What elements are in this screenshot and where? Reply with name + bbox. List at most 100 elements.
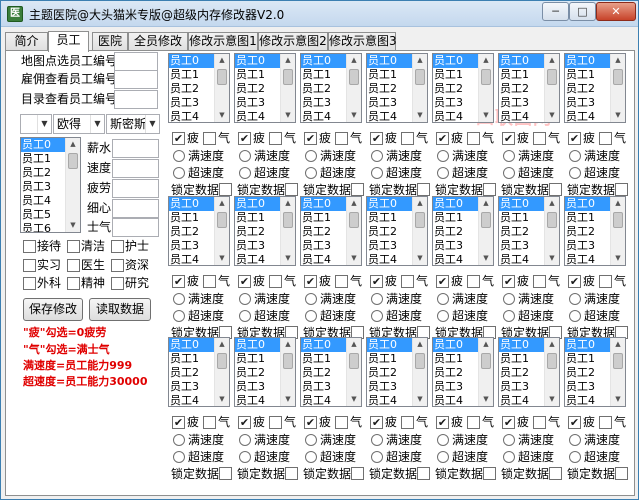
scroll-down-icon[interactable]: ▼ [215, 109, 229, 122]
list-scrollbar[interactable]: ▲ ▼ [610, 197, 625, 265]
tab-6[interactable]: 修改示意图3 [328, 32, 397, 51]
group-1-6-listbox[interactable]: 员工0 员工1 员工2 员工3 员工4 ▲ ▼ [564, 196, 626, 266]
skill-checkbox-2-1[interactable] [67, 277, 80, 290]
group-1-4-full-speed-radio[interactable] [437, 293, 449, 305]
group-2-6-morale-checkbox[interactable] [599, 416, 612, 429]
group-2-2-fatigue-checkbox[interactable]: ✔ [304, 416, 317, 429]
group-0-4-lock-checkbox[interactable] [483, 183, 496, 196]
lookup-input-0[interactable] [114, 52, 158, 71]
scroll-thumb[interactable] [547, 212, 557, 228]
scroll-down-icon[interactable]: ▼ [479, 393, 493, 406]
group-1-3-morale-checkbox[interactable] [401, 275, 414, 288]
list-scrollbar[interactable]: ▲ ▼ [214, 197, 229, 265]
attr-input-0[interactable] [112, 139, 159, 158]
group-1-2-full-speed-radio[interactable] [305, 293, 317, 305]
group-1-0-full-speed-radio[interactable] [173, 293, 185, 305]
list-scrollbar[interactable]: ▲ ▼ [214, 54, 229, 122]
list-scrollbar[interactable]: ▲ ▼ [478, 338, 493, 406]
scroll-down-icon[interactable]: ▼ [347, 393, 361, 406]
scroll-up-icon[interactable]: ▲ [479, 197, 493, 210]
scroll-down-icon[interactable]: ▼ [611, 109, 625, 122]
scroll-down-icon[interactable]: ▼ [413, 393, 427, 406]
name-combo-1[interactable]: 欧得 ▼ [53, 114, 105, 134]
list-scrollbar[interactable]: ▲ ▼ [280, 54, 295, 122]
group-2-1-super-speed-radio[interactable] [239, 451, 251, 463]
group-2-4-listbox[interactable]: 员工0 员工1 员工2 员工3 员工4 ▲ ▼ [432, 337, 494, 407]
group-2-1-fatigue-checkbox[interactable]: ✔ [238, 416, 251, 429]
group-2-5-listbox[interactable]: 员工0 员工1 员工2 员工3 员工4 ▲ ▼ [498, 337, 560, 407]
group-0-6-morale-checkbox[interactable] [599, 132, 612, 145]
group-2-4-full-speed-radio[interactable] [437, 434, 449, 446]
group-1-5-morale-checkbox[interactable] [533, 275, 546, 288]
scroll-up-icon[interactable]: ▲ [281, 338, 295, 351]
scroll-thumb[interactable] [349, 353, 359, 369]
group-0-2-super-speed-radio[interactable] [305, 167, 317, 179]
group-1-1-listbox[interactable]: 员工0 员工1 员工2 员工3 员工4 ▲ ▼ [234, 196, 296, 266]
tab-0[interactable]: 简介 [5, 32, 48, 51]
group-1-4-listbox[interactable]: 员工0 员工1 员工2 员工3 员工4 ▲ ▼ [432, 196, 494, 266]
group-0-0-lock-checkbox[interactable] [219, 183, 232, 196]
scroll-thumb[interactable] [283, 353, 293, 369]
lookup-input-1[interactable] [114, 70, 158, 89]
scroll-up-icon[interactable]: ▲ [347, 338, 361, 351]
scroll-down-icon[interactable]: ▼ [347, 252, 361, 265]
skill-checkbox-1-1[interactable] [67, 259, 80, 272]
group-1-5-full-speed-radio[interactable] [503, 293, 515, 305]
group-0-4-super-speed-radio[interactable] [437, 167, 449, 179]
group-0-2-listbox[interactable]: 员工0 员工1 员工2 员工3 员工4 ▲ ▼ [300, 53, 362, 123]
group-0-6-lock-checkbox[interactable] [615, 183, 628, 196]
scroll-up-icon[interactable]: ▲ [413, 338, 427, 351]
maximize-button[interactable]: □ [569, 2, 596, 21]
save-changes-button[interactable]: 保存修改 [23, 298, 83, 321]
group-0-5-lock-checkbox[interactable] [549, 183, 562, 196]
group-2-1-lock-checkbox[interactable] [285, 467, 298, 480]
group-2-0-morale-checkbox[interactable] [203, 416, 216, 429]
scroll-thumb[interactable] [283, 69, 293, 85]
scroll-thumb[interactable] [68, 153, 78, 169]
group-2-3-morale-checkbox[interactable] [401, 416, 414, 429]
scroll-thumb[interactable] [415, 69, 425, 85]
lookup-input-2[interactable] [114, 90, 158, 109]
group-1-3-super-speed-radio[interactable] [371, 310, 383, 322]
group-1-4-super-speed-radio[interactable] [437, 310, 449, 322]
group-1-2-super-speed-radio[interactable] [305, 310, 317, 322]
scroll-down-icon[interactable]: ▼ [413, 109, 427, 122]
group-0-3-fatigue-checkbox[interactable]: ✔ [370, 132, 383, 145]
group-2-0-listbox[interactable]: 员工0 员工1 员工2 员工3 员工4 ▲ ▼ [168, 337, 230, 407]
group-0-0-full-speed-radio[interactable] [173, 150, 185, 162]
tab-2[interactable]: 医院 [92, 32, 128, 51]
list-scrollbar[interactable]: ▲ ▼ [214, 338, 229, 406]
group-2-2-listbox[interactable]: 员工0 员工1 员工2 员工3 员工4 ▲ ▼ [300, 337, 362, 407]
group-0-5-super-speed-radio[interactable] [503, 167, 515, 179]
chevron-down-icon[interactable]: ▼ [90, 115, 104, 133]
group-2-2-morale-checkbox[interactable] [335, 416, 348, 429]
group-2-5-full-speed-radio[interactable] [503, 434, 515, 446]
group-2-6-fatigue-checkbox[interactable]: ✔ [568, 416, 581, 429]
scroll-up-icon[interactable]: ▲ [215, 54, 229, 67]
scroll-thumb[interactable] [613, 69, 623, 85]
group-2-3-full-speed-radio[interactable] [371, 434, 383, 446]
name-combo-2[interactable]: 斯密斯 ▼ [106, 114, 160, 134]
list-scrollbar[interactable]: ▲ ▼ [544, 54, 559, 122]
group-0-3-full-speed-radio[interactable] [371, 150, 383, 162]
scroll-up-icon[interactable]: ▲ [215, 197, 229, 210]
group-0-3-morale-checkbox[interactable] [401, 132, 414, 145]
group-2-3-lock-checkbox[interactable] [417, 467, 430, 480]
group-2-6-lock-checkbox[interactable] [615, 467, 628, 480]
attr-input-4[interactable] [112, 218, 159, 237]
group-2-2-full-speed-radio[interactable] [305, 434, 317, 446]
scroll-down-icon[interactable]: ▼ [611, 252, 625, 265]
skill-checkbox-2-0[interactable] [23, 277, 36, 290]
group-0-5-listbox[interactable]: 员工0 员工1 员工2 员工3 员工4 ▲ ▼ [498, 53, 560, 123]
tab-1[interactable]: 员工 [48, 31, 89, 52]
skill-checkbox-0-0[interactable] [23, 240, 36, 253]
skill-checkbox-0-2[interactable] [111, 240, 124, 253]
scroll-down-icon[interactable]: ▼ [545, 252, 559, 265]
group-0-5-fatigue-checkbox[interactable]: ✔ [502, 132, 515, 145]
scroll-up-icon[interactable]: ▲ [611, 54, 625, 67]
scroll-up-icon[interactable]: ▲ [281, 54, 295, 67]
tab-5[interactable]: 修改示意图2 [258, 32, 328, 51]
group-2-5-fatigue-checkbox[interactable]: ✔ [502, 416, 515, 429]
list-scrollbar[interactable]: ▲ ▼ [412, 197, 427, 265]
list-scrollbar[interactable]: ▲ ▼ [478, 197, 493, 265]
